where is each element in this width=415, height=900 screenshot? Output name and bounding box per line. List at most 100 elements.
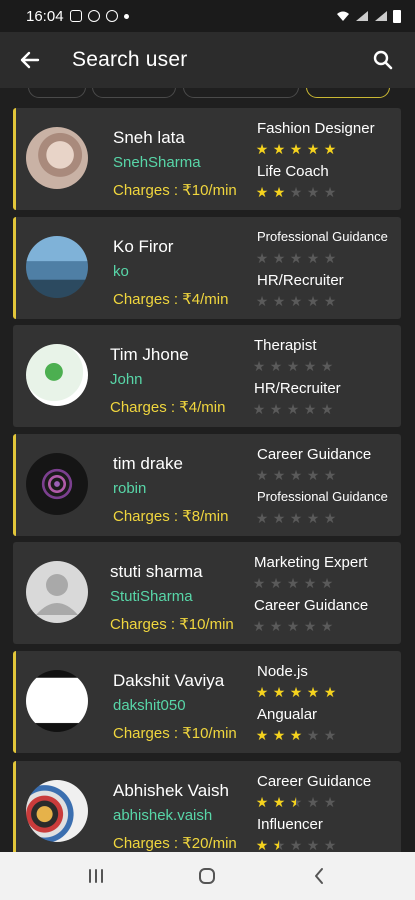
- rating-stars: ★ ★ ★ ★ ★: [255, 728, 337, 742]
- rating-stars: ★ ★ ★ ★ ★: [255, 838, 337, 852]
- star-icon: ★: [306, 794, 320, 810]
- default-avatar-icon: [36, 574, 78, 615]
- star-icon: ★: [272, 794, 286, 810]
- avatar: [26, 453, 88, 515]
- app-notification-icon-2: [105, 10, 118, 22]
- star-icon: ★: [323, 293, 337, 309]
- star-icon: ★: [303, 401, 317, 417]
- star-icon: ★: [289, 510, 303, 526]
- user-card[interactable]: tim drake robin Charges : ₹8/min Career …: [13, 434, 401, 536]
- wifi-icon: [337, 11, 349, 21]
- star-icon: ★: [323, 184, 337, 200]
- star-icon: ★: [255, 184, 269, 200]
- search-icon: [373, 50, 393, 70]
- star-icon: ★: [255, 510, 269, 526]
- user-username: ko: [113, 263, 129, 280]
- star-icon: ★: [289, 293, 303, 309]
- star-icon: ★: [323, 141, 337, 157]
- signal-icon-2: [375, 11, 387, 21]
- avatar: [26, 670, 88, 732]
- rating-stars: ★ ★ ★ ★ ★: [255, 511, 337, 525]
- rating-stars: ★ ★ ★ ★ ★: [255, 251, 337, 265]
- skill-label: Angualar: [257, 706, 318, 723]
- home-icon: [199, 868, 216, 884]
- star-icon: ★: [289, 141, 303, 157]
- star-icon: ★: [272, 293, 286, 309]
- user-card[interactable]: Dakshit Vaviya dakshit050 Charges : ₹10/…: [13, 651, 401, 753]
- star-icon: ★: [255, 141, 269, 157]
- star-icon: ★: [306, 250, 320, 266]
- status-bar: 16:04: [0, 0, 415, 32]
- star-icon: ★: [323, 467, 337, 483]
- rating-stars: ★ ★ ★ ★ ★: [252, 576, 334, 590]
- skill-label: Node.js: [257, 663, 308, 680]
- rating-stars: ★ ★ ★ ★ ★: [255, 685, 337, 699]
- arrow-left-icon: [20, 51, 40, 69]
- avatar: [26, 127, 88, 189]
- search-button[interactable]: [365, 40, 401, 80]
- avatar: [26, 236, 88, 298]
- user-card[interactable]: Abhishek Vaish abhishek.vaish Charges : …: [13, 761, 401, 852]
- filter-chip[interactable]: [183, 88, 299, 98]
- filter-chip[interactable]: [92, 88, 176, 98]
- star-icon: ★: [323, 794, 337, 810]
- star-icon: ★: [272, 684, 286, 700]
- star-icon: ★: [255, 467, 269, 483]
- star-icon: ★: [286, 401, 300, 417]
- star-icon: ★: [269, 575, 283, 591]
- user-list: Sneh lata SnehSharma Charges : ₹10/min F…: [0, 102, 415, 852]
- user-username: John: [110, 371, 143, 388]
- system-back-button[interactable]: [289, 856, 349, 896]
- system-nav-bar: [0, 852, 415, 900]
- star-icon: ★: [269, 618, 283, 634]
- star-icon: ★: [289, 467, 303, 483]
- skill-label: Career Guidance: [257, 773, 372, 790]
- skill-label: HR/Recruiter: [254, 380, 341, 397]
- recents-button[interactable]: [66, 856, 126, 896]
- star-icon: ★: [272, 250, 286, 266]
- star-icon: ★: [289, 837, 303, 852]
- star-icon: ★: [303, 618, 317, 634]
- star-icon: ★: [269, 358, 283, 374]
- home-button[interactable]: [177, 856, 237, 896]
- star-icon: ★: [255, 250, 269, 266]
- star-icon: ★: [286, 575, 300, 591]
- star-icon: ★: [306, 141, 320, 157]
- star-icon: ★: [320, 358, 334, 374]
- rating-stars: ★ ★ ★ ★ ★: [252, 619, 334, 633]
- star-icon: ★: [289, 250, 303, 266]
- user-card[interactable]: Sneh lata SnehSharma Charges : ₹10/min F…: [13, 108, 401, 210]
- rating-stars: ★ ★ ★ ★ ★: [255, 468, 337, 482]
- skill-label: Professional Guidance: [257, 489, 388, 504]
- skill-label: Career Guidance: [257, 446, 372, 463]
- user-charges: Charges : ₹10/min: [110, 616, 234, 633]
- avatar: [26, 561, 88, 623]
- rating-stars: ★ ★ ★ ★ ★: [252, 402, 334, 416]
- star-icon: ★: [255, 727, 269, 743]
- filter-chip[interactable]: [28, 88, 86, 98]
- star-icon: ★: [306, 184, 320, 200]
- user-card[interactable]: Tim Jhone John Charges : ₹4/min Therapis…: [13, 325, 401, 427]
- skill-label: Influencer: [257, 816, 323, 833]
- app-bar: Search user: [0, 32, 415, 88]
- filter-chip-selected[interactable]: [306, 88, 390, 98]
- user-username: StutiSharma: [110, 588, 193, 605]
- star-icon: ★: [286, 618, 300, 634]
- user-username: robin: [113, 480, 147, 497]
- user-card[interactable]: Ko Firor ko Charges : ₹4/min Professiona…: [13, 217, 401, 319]
- back-button[interactable]: [14, 40, 46, 80]
- star-icon: ★: [272, 184, 286, 200]
- recents-icon: [88, 869, 103, 883]
- user-charges: Charges : ₹10/min: [113, 182, 237, 199]
- star-icon: ★: [303, 575, 317, 591]
- more-notifications-dot: [123, 13, 129, 19]
- star-icon: ★: [323, 510, 337, 526]
- user-charges: Charges : ₹8/min: [113, 508, 229, 525]
- rating-stars: ★ ★ ★ ★ ★: [252, 359, 334, 373]
- star-icon: ★: [323, 727, 337, 743]
- star-icon: ★: [306, 293, 320, 309]
- star-icon: ★: [255, 837, 269, 852]
- star-icon: ★: [306, 727, 320, 743]
- user-card[interactable]: stuti sharma StutiSharma Charges : ₹10/m…: [13, 542, 401, 644]
- page-title: Search user: [72, 48, 188, 71]
